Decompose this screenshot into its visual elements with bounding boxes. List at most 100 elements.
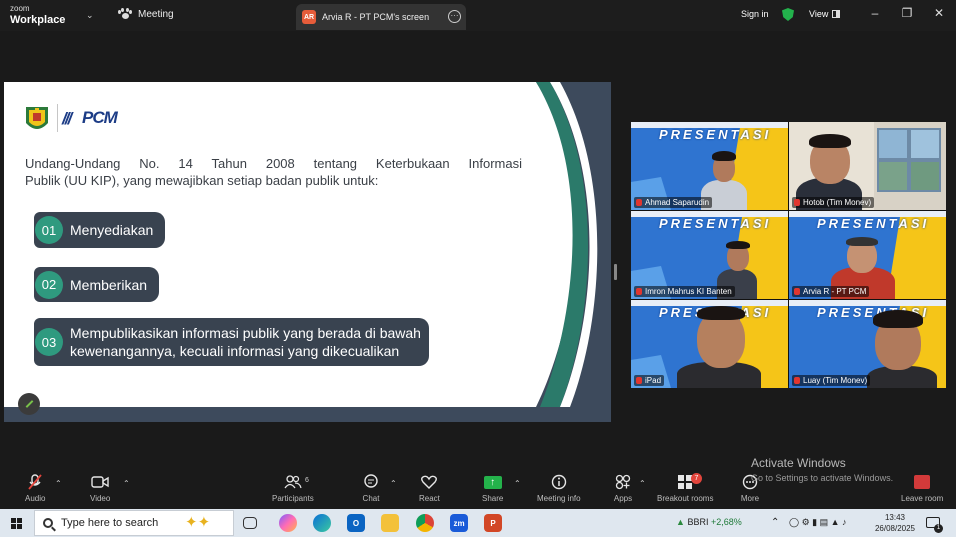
pcm-logo: /// PCM xyxy=(62,108,118,128)
slide-decoration xyxy=(4,82,611,422)
presentation-title: PRESENTASI xyxy=(659,127,772,142)
meeting-toolbar: Audio ⌃ Video ⌃ Participants 6 Chat ⌃ Re… xyxy=(0,456,956,509)
participant-tile[interactable]: PRESENTASI Ahmad Saparudin xyxy=(631,122,788,210)
stock-name: BBRI xyxy=(687,517,709,527)
apps-button[interactable]: Apps xyxy=(613,474,633,503)
close-icon[interactable]: ✕ xyxy=(931,6,947,20)
mic-muted-icon xyxy=(794,288,800,295)
video-button[interactable]: Video xyxy=(90,474,110,503)
share-screen-icon: ↑ xyxy=(483,474,503,490)
leave-room-button[interactable]: Leave room xyxy=(901,474,943,503)
more-options-icon[interactable]: ··· xyxy=(448,10,461,23)
info-icon xyxy=(549,474,569,490)
activate-windows-title: Activate Windows xyxy=(751,456,846,470)
chat-icon xyxy=(361,474,381,490)
copilot-sparkle-icon[interactable]: ✦✦ xyxy=(185,513,210,531)
participant-tile[interactable]: PRESENTASI iPad xyxy=(631,300,788,388)
chevron-down-icon[interactable]: ⌄ xyxy=(86,10,94,21)
windows-taskbar: Type here to search ✦✦ O zm P ▲ BBRI +2,… xyxy=(0,509,956,537)
share-button[interactable]: ↑ Share xyxy=(482,474,503,503)
presentation-title: PRESENTASI xyxy=(659,216,772,231)
item-label: Mempublikasikan informasi publik yang be… xyxy=(34,318,429,366)
meeting-info-button[interactable]: Meeting info xyxy=(537,474,581,503)
chat-button[interactable]: Chat xyxy=(361,474,381,503)
stock-widget[interactable]: ▲ BBRI +2,68% xyxy=(676,517,742,527)
audio-options-chevron-icon[interactable]: ⌃ xyxy=(55,479,62,488)
video-options-chevron-icon[interactable]: ⌃ xyxy=(123,479,130,488)
minimize-icon[interactable]: – xyxy=(867,6,883,20)
notification-count: 1 xyxy=(934,524,943,533)
react-button[interactable]: React xyxy=(419,474,440,503)
participant-tile[interactable]: Hotob (Tim Monev) xyxy=(789,122,946,210)
heart-icon xyxy=(419,474,439,490)
participant-name-tag: iPad xyxy=(634,375,665,386)
zoom-workplace-logo[interactable]: zoom Workplace xyxy=(10,4,65,26)
mic-muted-icon xyxy=(25,474,45,490)
search-icon xyxy=(43,518,53,528)
breakout-rooms-button[interactable]: Breakout rooms xyxy=(657,474,713,503)
video-camera-icon xyxy=(90,474,110,490)
mic-muted-icon xyxy=(636,288,642,295)
participant-tile-active-speaker[interactable]: PRESENTASI Arvia R - PT PCM xyxy=(789,211,946,299)
breakout-badge: 7 xyxy=(691,473,702,484)
file-explorer-icon[interactable] xyxy=(381,514,399,532)
presentation-title: PRESENTASI xyxy=(817,216,930,231)
chat-options-chevron-icon[interactable]: ⌃ xyxy=(390,479,397,488)
windows-start-icon[interactable] xyxy=(11,518,22,529)
copilot-icon[interactable] xyxy=(279,514,297,532)
stock-trend-icon: ▲ xyxy=(676,517,685,527)
view-layout-icon xyxy=(832,10,841,18)
chrome-icon[interactable] xyxy=(416,514,434,532)
search-placeholder: Type here to search xyxy=(61,517,159,529)
brand-workplace-text: Workplace xyxy=(10,14,66,26)
tray-system-icons[interactable]: ◯ ⚙ ▮ ▤ ▲ ♪ xyxy=(789,517,847,528)
share-options-chevron-icon[interactable]: ⌃ xyxy=(514,479,521,488)
stock-change: +2,68% xyxy=(710,517,742,527)
zoom-window: zoom Workplace ⌄ Meeting AR Arvia R - PT… xyxy=(0,0,956,537)
item-label-line-2: kewenangannya, kecuali informasi yang di… xyxy=(70,343,400,359)
participant-name-tag: Ahmad Saparudin xyxy=(634,197,713,208)
restore-icon[interactable]: ❐ xyxy=(899,6,915,20)
sign-in-button[interactable]: Sign in xyxy=(741,9,769,19)
video-gallery: PRESENTASI Ahmad Saparudin Hotob (Tim Mo… xyxy=(631,122,946,388)
mic-muted-icon xyxy=(636,199,642,206)
clock-date: 26/08/2025 xyxy=(874,524,916,533)
item-label-line-1: Mempublikasikan informasi publik yang be… xyxy=(70,325,421,341)
title-bar: zoom Workplace ⌄ Meeting AR Arvia R - PT… xyxy=(0,0,956,31)
mic-muted-icon xyxy=(794,377,800,384)
mic-muted-icon xyxy=(636,377,642,384)
list-item: 03 Mempublikasikan informasi publik yang… xyxy=(34,318,429,366)
shared-screen-label: Arvia R - PT PCM's screen xyxy=(322,12,430,22)
outlook-icon[interactable]: O xyxy=(347,514,365,532)
encryption-shield-icon[interactable] xyxy=(782,8,794,21)
pcm-logo-text: PCM xyxy=(82,108,118,127)
audio-button[interactable]: Audio xyxy=(25,474,45,503)
item-number: 01 xyxy=(35,216,63,244)
banten-seal-logo xyxy=(26,107,48,129)
panel-resize-handle[interactable] xyxy=(614,264,617,280)
edge-browser-icon[interactable] xyxy=(313,514,331,532)
taskbar-clock[interactable]: 13:43 26/08/2025 xyxy=(872,512,918,534)
logo-divider xyxy=(57,104,58,132)
item-number: 02 xyxy=(35,270,63,299)
powerpoint-icon[interactable]: P xyxy=(484,514,502,532)
meeting-tab[interactable]: Meeting xyxy=(118,8,174,20)
item-number: 03 xyxy=(35,328,63,356)
clock-time: 13:43 xyxy=(884,513,906,522)
participant-tile[interactable]: PRESENTASI Imron Mahrus KI Banten xyxy=(631,211,788,299)
participant-name-tag: Imron Mahrus KI Banten xyxy=(634,286,735,297)
intro-line-1: Undang-Undang No. 14 Tahun 2008 tentang … xyxy=(25,156,522,171)
list-item: 01 Menyediakan xyxy=(34,212,166,248)
apps-options-chevron-icon[interactable]: ⌃ xyxy=(639,479,646,488)
view-button[interactable]: View xyxy=(809,9,841,19)
participants-icon xyxy=(283,474,303,490)
shared-screen-tab[interactable]: AR Arvia R - PT PCM's screen ··· xyxy=(296,4,466,30)
zoom-app-icon[interactable]: zm xyxy=(450,514,468,532)
participant-name-tag: Arvia R - PT PCM xyxy=(792,286,870,297)
annotate-pen-icon[interactable] xyxy=(18,393,40,415)
tray-chevron-up-icon[interactable]: ⌃ xyxy=(771,517,779,528)
shared-slide: /// PCM Undang-Undang No. 14 Tahun 2008 … xyxy=(4,82,611,422)
participant-tile[interactable]: PRESENTASI Luay (Tim Monev) xyxy=(789,300,946,388)
presenter-avatar: AR xyxy=(302,10,316,24)
task-view-icon[interactable] xyxy=(243,517,257,529)
